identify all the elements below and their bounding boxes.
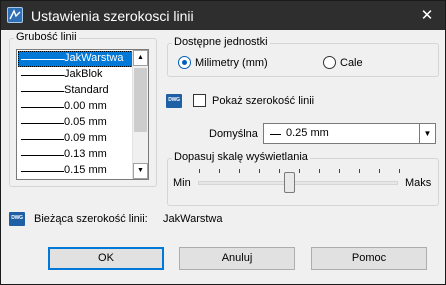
app-icon — [7, 7, 23, 23]
line-preview — [21, 155, 64, 156]
line-preview — [21, 139, 64, 140]
window-title: Ustawienia szerokosci linii — [31, 8, 194, 24]
line-preview — [21, 171, 64, 172]
help-button[interactable]: Pomoc — [311, 247, 427, 270]
chevron-down-icon: ▼ — [423, 129, 432, 138]
default-label: Domyślna — [209, 128, 258, 140]
list-item-label: 0.09 mm — [64, 132, 107, 144]
slider-tick — [279, 169, 280, 173]
scale-max-label: Maks — [405, 177, 432, 189]
scale-min-label: Min — [173, 177, 191, 189]
slider-tick — [299, 169, 300, 173]
close-button[interactable]: ✕ — [409, 1, 445, 30]
ok-button[interactable]: OK — [48, 247, 164, 270]
slider-tick — [259, 169, 260, 173]
slider-tick — [219, 169, 220, 173]
line-weight-settings-dialog: Ustawienia szerokosci linii ✕ Grubość li… — [0, 0, 446, 285]
slider-tick — [319, 169, 320, 173]
list-item[interactable]: JakWarstwa — [18, 51, 133, 67]
line-preview — [270, 134, 281, 135]
list-item-label: JakBlok — [64, 68, 103, 80]
slider-tick — [379, 169, 380, 173]
list-item[interactable]: 0.00 mm — [18, 99, 133, 115]
radio-millimeters[interactable] — [178, 56, 191, 69]
slider-tick — [399, 169, 400, 173]
scroll-down-button[interactable]: ▼ — [133, 163, 148, 179]
line-preview — [21, 75, 64, 76]
list-item-label: JakWarstwa — [64, 52, 124, 64]
current-weight-value: JakWarstwa — [163, 213, 223, 225]
chevron-up-icon: ▲ — [137, 54, 144, 61]
list-item-label: 0.00 mm — [64, 100, 107, 112]
slider-tick — [339, 169, 340, 173]
radio-inches-label[interactable]: Cale — [340, 57, 363, 69]
line-preview — [21, 123, 64, 124]
line-weight-group-label: Grubość linii — [14, 31, 79, 43]
list-item-label: 0.15 mm — [64, 164, 107, 176]
list-item-label: Standard — [64, 84, 109, 96]
line-preview — [21, 91, 64, 92]
list-scrollbar[interactable]: ▲ ▼ — [132, 50, 148, 179]
line-preview — [21, 59, 64, 60]
list-item[interactable]: 0.13 mm — [18, 147, 133, 163]
dwg-icon: DWG — [166, 94, 182, 108]
list-item[interactable]: 0.09 mm — [18, 131, 133, 147]
line-weight-list[interactable]: JakWarstwa JakBlok Standard 0.00 mm 0.05 mm 0… — [16, 49, 149, 180]
scale-group-label: Dopasuj skalę wyświetlania — [172, 151, 310, 163]
scale-slider-track[interactable] — [198, 181, 398, 185]
dropdown-button[interactable]: ▼ — [419, 124, 435, 143]
chevron-down-icon: ▼ — [137, 167, 144, 174]
close-icon: ✕ — [420, 7, 434, 24]
list-item-label: 0.13 mm — [64, 148, 107, 160]
radio-inches[interactable] — [323, 56, 336, 69]
line-preview — [21, 107, 64, 108]
list-item-label: 0.05 mm — [64, 116, 107, 128]
list-item[interactable]: 0.05 mm — [18, 115, 133, 131]
radio-selected-dot — [182, 60, 187, 65]
current-weight-label: Bieżąca szerokość linii: — [34, 213, 148, 225]
show-line-weight-checkbox[interactable] — [193, 94, 206, 107]
scroll-thumb[interactable] — [134, 68, 147, 132]
slider-tick — [239, 169, 240, 173]
default-line-weight-select[interactable]: 0.25 mm ▼ — [263, 123, 436, 144]
list-item[interactable]: JakBlok — [18, 67, 133, 83]
title-bar[interactable]: Ustawienia szerokosci linii ✕ — [1, 1, 445, 30]
scroll-up-button[interactable]: ▲ — [133, 50, 148, 66]
cancel-button[interactable]: Anuluj — [179, 247, 295, 270]
slider-tick — [199, 169, 200, 173]
radio-millimeters-label[interactable]: Milimetry (mm) — [195, 57, 268, 69]
show-line-weight-label[interactable]: Pokaż szerokość linii — [212, 95, 314, 107]
list-item[interactable]: Standard — [18, 83, 133, 99]
scale-slider-thumb[interactable] — [284, 172, 295, 193]
default-line-weight-value: 0.25 mm — [286, 127, 329, 139]
list-item[interactable]: 0.15 mm — [18, 163, 133, 179]
units-group-label: Dostępne jednostki — [172, 36, 270, 48]
slider-tick — [359, 169, 360, 173]
dwg-icon: DWG — [9, 212, 25, 226]
